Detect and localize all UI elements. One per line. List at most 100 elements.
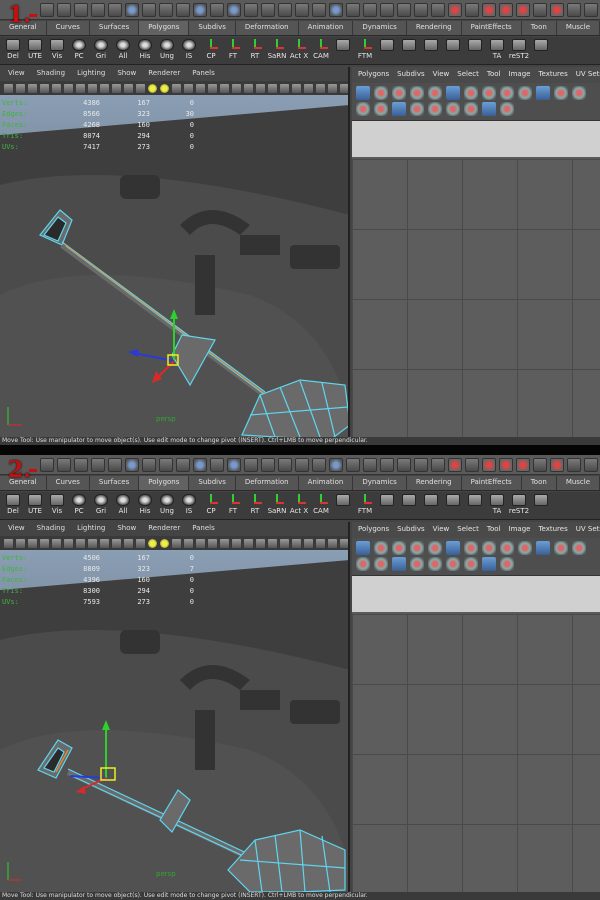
toolbar-tool-icon[interactable] xyxy=(91,2,105,17)
toolbar-tool-icon[interactable] xyxy=(261,2,275,17)
viewport-tool-icon[interactable] xyxy=(148,83,157,93)
uv-tool-icon[interactable] xyxy=(464,86,478,100)
uv-tool-icon[interactable] xyxy=(554,541,568,555)
shelf-button[interactable] xyxy=(530,37,552,51)
uv-menu-polygons[interactable]: Polygons xyxy=(354,67,393,83)
toolbar-tool-icon[interactable] xyxy=(397,457,411,472)
viewport-tool-icon[interactable] xyxy=(268,83,277,93)
toolbar-tool-icon[interactable] xyxy=(584,457,598,472)
viewport-tool-icon[interactable] xyxy=(160,83,169,93)
shelf-button[interactable] xyxy=(442,37,464,51)
tab-painteffects[interactable]: PaintEffects xyxy=(461,21,522,35)
toolbar-tool-icon[interactable] xyxy=(329,457,343,472)
viewport-tool-icon[interactable] xyxy=(280,538,289,548)
toolbar-tool-icon[interactable] xyxy=(193,457,207,472)
tab-dynamics[interactable]: Dynamics xyxy=(353,21,407,35)
viewport-tool-icon[interactable] xyxy=(52,538,61,548)
viewport-tool-icon[interactable] xyxy=(340,83,348,93)
toolbar-tool-icon[interactable] xyxy=(550,2,564,17)
viewport-tool-icon[interactable] xyxy=(244,538,253,548)
toolbar-tool-icon[interactable] xyxy=(346,457,360,472)
tab-painteffects[interactable]: PaintEffects xyxy=(461,476,522,490)
viewport-tool-icon[interactable] xyxy=(340,538,348,548)
shelf-button[interactable]: His xyxy=(134,37,156,60)
uv-tool-icon[interactable] xyxy=(428,102,442,116)
toolbar-tool-icon[interactable] xyxy=(227,2,241,17)
viewport-tool-icon[interactable] xyxy=(172,83,181,93)
toolbar-tool-icon[interactable] xyxy=(193,2,207,17)
toolbar-tool-icon[interactable] xyxy=(533,2,547,17)
viewport-tool-icon[interactable] xyxy=(136,538,145,548)
tab-toon[interactable]: Toon xyxy=(521,476,557,490)
uv-tool-icon[interactable] xyxy=(374,557,388,571)
tab-rendering[interactable]: Rendering xyxy=(406,21,462,35)
viewport-tool-icon[interactable] xyxy=(112,538,121,548)
viewport-tool-icon[interactable] xyxy=(100,83,109,93)
toolbar-tool-icon[interactable] xyxy=(176,2,190,17)
viewport-tool-icon[interactable] xyxy=(124,83,133,93)
toolbar-tool-icon[interactable] xyxy=(244,2,258,17)
viewport-tool-icon[interactable] xyxy=(76,538,85,548)
uv-tool-icon[interactable] xyxy=(392,86,406,100)
toolbar-tool-icon[interactable] xyxy=(57,457,71,472)
toolbar-tool-icon[interactable] xyxy=(346,2,360,17)
shelf-button[interactable]: Ung xyxy=(156,492,178,515)
uv-menu-tool[interactable]: Tool xyxy=(483,522,505,538)
viewport-tool-icon[interactable] xyxy=(88,83,97,93)
viewport-tool-icon[interactable] xyxy=(88,538,97,548)
uv-menu-select[interactable]: Select xyxy=(453,522,483,538)
viewport-tool-icon[interactable] xyxy=(16,538,25,548)
tab-surfaces[interactable]: Surfaces xyxy=(89,21,140,35)
toolbar-tool-icon[interactable] xyxy=(312,457,326,472)
shelf-button[interactable]: SaRN xyxy=(266,37,288,60)
tab-deformation[interactable]: Deformation xyxy=(235,21,299,35)
shelf-button[interactable]: Del xyxy=(2,492,24,515)
tab-deformation[interactable]: Deformation xyxy=(235,476,299,490)
tab-rendering[interactable]: Rendering xyxy=(406,476,462,490)
viewport-tool-icon[interactable] xyxy=(28,538,37,548)
shelf-button[interactable]: CP xyxy=(200,492,222,515)
uv-menu-subdivs[interactable]: Subdivs xyxy=(393,522,429,538)
uv-tool-icon[interactable] xyxy=(536,86,550,100)
toolbar-tool-icon[interactable] xyxy=(125,2,139,17)
viewport-tool-icon[interactable] xyxy=(4,83,13,93)
shelf-button[interactable] xyxy=(442,492,464,506)
viewport-menu-lighting[interactable]: Lighting xyxy=(71,522,111,536)
viewport-tool-icon[interactable] xyxy=(196,538,205,548)
uv-tool-icon[interactable] xyxy=(428,86,442,100)
uv-tool-icon[interactable] xyxy=(482,557,496,571)
shelf-button[interactable]: All xyxy=(112,492,134,515)
shelf-button[interactable]: IS xyxy=(178,37,200,60)
toolbar-tool-icon[interactable] xyxy=(125,457,139,472)
viewport-tool-icon[interactable] xyxy=(64,83,73,93)
uv-menu-image[interactable]: Image xyxy=(505,67,535,83)
viewport-tool-icon[interactable] xyxy=(220,538,229,548)
uv-tool-icon[interactable] xyxy=(500,102,514,116)
shelf-button[interactable]: Vis xyxy=(46,37,68,60)
toolbar-tool-icon[interactable] xyxy=(108,2,122,17)
toolbar-tool-icon[interactable] xyxy=(431,457,445,472)
viewport-tool-icon[interactable] xyxy=(208,83,217,93)
toolbar-tool-icon[interactable] xyxy=(159,2,173,17)
shelf-button[interactable]: RT xyxy=(244,492,266,515)
toolbar-tool-icon[interactable] xyxy=(533,457,547,472)
shelf-button[interactable]: FTM xyxy=(354,492,376,515)
viewport-tool-icon[interactable] xyxy=(148,538,157,548)
uv-tool-icon[interactable] xyxy=(572,541,586,555)
shelf-button[interactable] xyxy=(376,492,398,506)
shelf-button[interactable]: Vis xyxy=(46,492,68,515)
toolbar-tool-icon[interactable] xyxy=(108,457,122,472)
viewport-tool-icon[interactable] xyxy=(4,538,13,548)
uv-texture-editor[interactable]: Polygons Subdivs View Select Tool Image Textur… xyxy=(352,67,600,437)
uv-menu-uv-sets[interactable]: UV Sets xyxy=(572,522,600,538)
toolbar-tool-icon[interactable] xyxy=(278,457,292,472)
viewport-tool-icon[interactable] xyxy=(124,538,133,548)
viewport-tool-icon[interactable] xyxy=(196,83,205,93)
uv-tool-icon[interactable] xyxy=(356,557,370,571)
shelf-button[interactable]: reST2 xyxy=(508,37,530,60)
shelf-button[interactable]: CP xyxy=(200,37,222,60)
toolbar-tool-icon[interactable] xyxy=(567,2,581,17)
shelf-button[interactable]: Gri xyxy=(90,37,112,60)
shelf-button[interactable]: Act X xyxy=(288,492,310,515)
uv-tool-icon[interactable] xyxy=(410,541,424,555)
